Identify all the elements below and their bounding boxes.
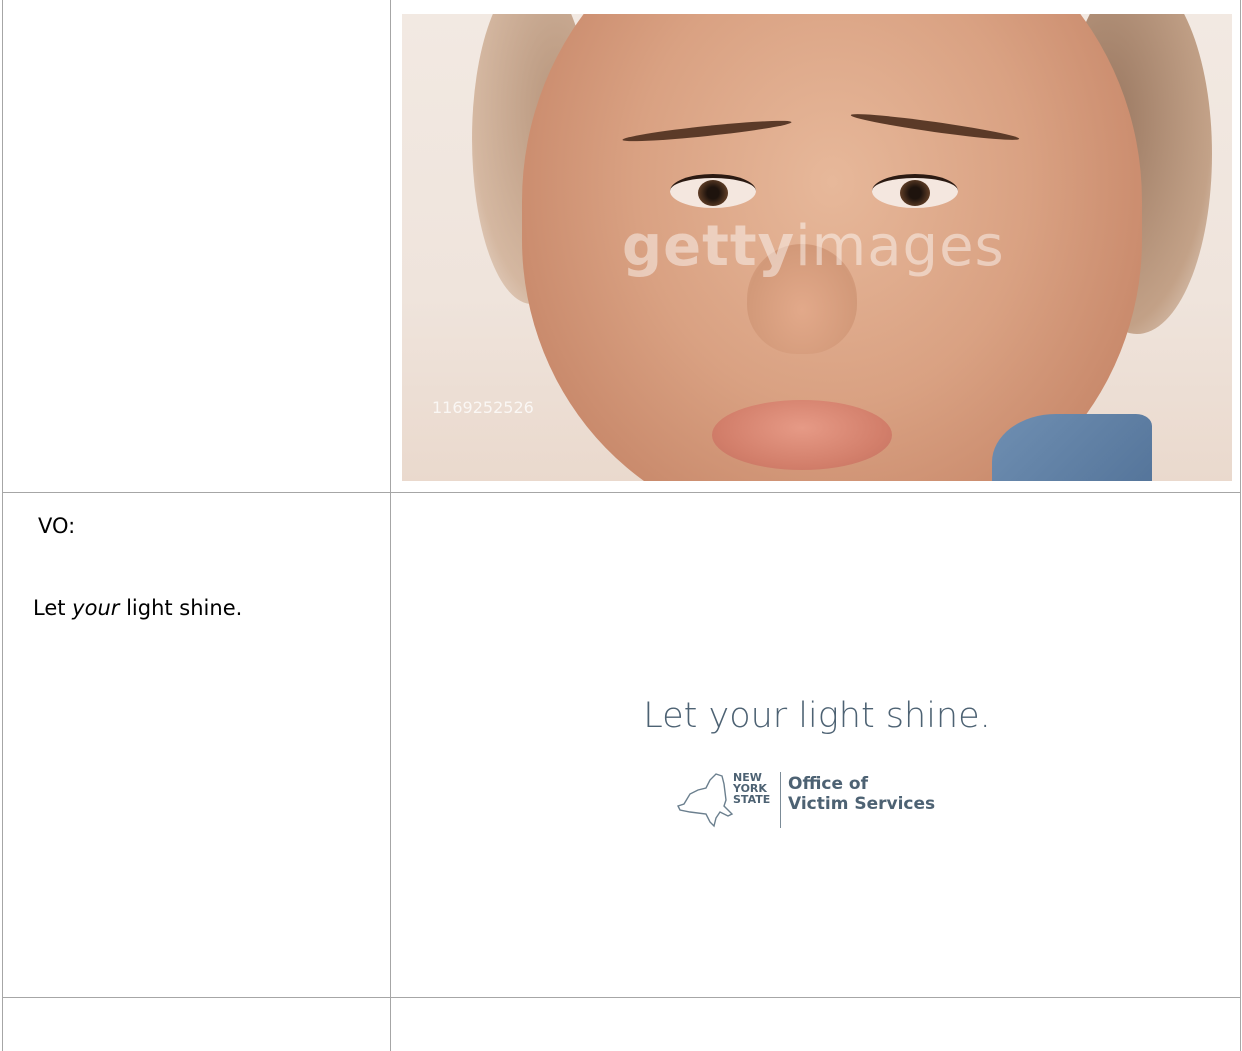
end-card-title: Let your light shine. (643, 696, 991, 736)
getty-image-id: 1169252526 (432, 398, 534, 417)
photo-eye-right (872, 174, 958, 208)
vo-heading: VO: (38, 514, 76, 538)
logo-state-text: NEW YORK STATE (733, 772, 770, 805)
photo-iris-left (698, 180, 728, 206)
logo-office-line-2: Victim Services (788, 794, 936, 814)
stock-photo-woman-face: gettyimages 1169252526 (402, 14, 1232, 481)
logo-divider (780, 772, 781, 828)
empty-cell-right (391, 998, 1240, 1051)
getty-watermark: gettyimages (622, 214, 1005, 279)
table-row-divider-1 (2, 492, 1241, 493)
logo-office-text: Office of Victim Services (788, 774, 935, 814)
nys-ovs-logo: NEW YORK STATE Office of Victim Services (676, 770, 946, 830)
table-border-right (1240, 0, 1241, 1051)
empty-cell-left (3, 998, 390, 1051)
table-border-left (2, 0, 3, 1051)
vo-line-prefix: Let (33, 596, 73, 620)
photo-eye-left (670, 174, 756, 208)
new-york-state-outline-icon (677, 773, 734, 828)
vo-line: Let your light shine. (33, 596, 242, 620)
vo-line-emphasis: your (72, 596, 120, 620)
vo-line-suffix: light shine. (119, 596, 243, 620)
document-page: gettyimages 1169252526 VO: Let your ligh… (0, 0, 1242, 1051)
photo-lips (712, 400, 892, 470)
table-column-divider (390, 0, 391, 1051)
logo-state-line-3: STATE (733, 793, 771, 806)
photo-denim-collar (992, 414, 1152, 481)
logo-office-line-1: Office of (788, 774, 869, 794)
photo-iris-right (900, 180, 930, 206)
